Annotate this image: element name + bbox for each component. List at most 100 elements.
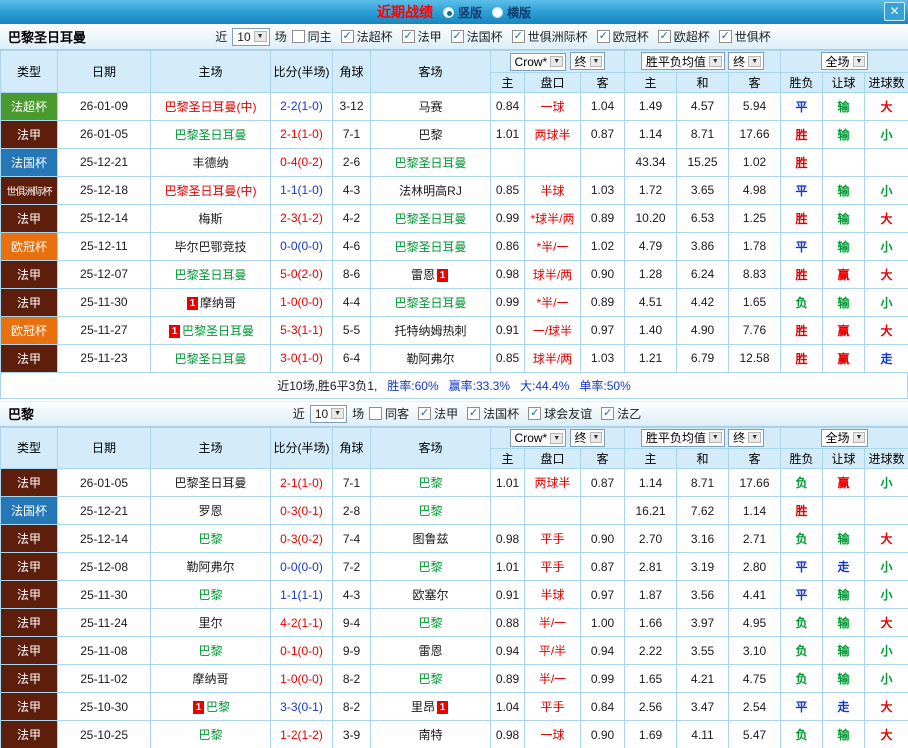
match-count-select[interactable]: 10 ▼ xyxy=(232,27,270,46)
odds-company-select[interactable]: Crow* ▼ xyxy=(509,52,567,71)
layout-radio-vertical[interactable]: 竖版 xyxy=(442,4,482,21)
league-filter-checkbox[interactable]: ✓ 欧冠杯 xyxy=(596,28,649,45)
scope-select[interactable]: 全场 ▼ xyxy=(820,52,869,71)
match-date: 25-12-14 xyxy=(57,524,151,553)
match-date: 25-11-23 xyxy=(57,343,151,373)
avg-time-select[interactable]: 终 ▼ xyxy=(728,52,765,71)
col-header-avg-home: 主 xyxy=(624,71,677,93)
corner-count: 9-9 xyxy=(332,636,371,665)
avg-draw-odds: 4.57 xyxy=(676,91,729,121)
league-filter-checkbox[interactable]: ✓ 世俱杯 xyxy=(718,28,771,45)
league-filter-checkbox[interactable]: ✓ 法国杯 xyxy=(450,28,503,45)
result-goals: 小 xyxy=(864,552,908,581)
avg-type-select[interactable]: 胜平负均值 ▼ xyxy=(640,428,725,447)
league-filter-checkbox[interactable]: ✓ 法国杯 xyxy=(467,405,519,422)
match-score: 5-3(1-1) xyxy=(270,315,333,345)
league-filter-checkbox[interactable]: ✓ 法乙 xyxy=(601,405,641,422)
col-header-avg-home: 主 xyxy=(624,448,677,469)
layout-radio-horizontal[interactable]: 横版 xyxy=(492,4,531,21)
avg-draw-odds: 6.79 xyxy=(676,343,729,373)
match-date: 25-12-21 xyxy=(57,147,151,177)
match-date: 25-10-30 xyxy=(57,692,151,721)
result-wdl: 胜 xyxy=(780,119,824,149)
corner-count: 8-6 xyxy=(332,259,371,289)
odds-time-select[interactable]: 终 ▼ xyxy=(569,52,606,70)
league-filter-checkbox[interactable]: ✓ 法甲 xyxy=(418,405,458,422)
match-score: 3-0(1-0) xyxy=(270,343,333,373)
odds-home xyxy=(490,496,525,525)
result-wdl: 胜 xyxy=(780,259,824,289)
close-icon: ✕ xyxy=(889,4,900,18)
odds-home: 1.01 xyxy=(490,552,525,581)
match-score: 2-1(1-0) xyxy=(270,119,333,149)
avg-time-select[interactable]: 终 ▼ xyxy=(728,428,765,447)
select-value: 全场 xyxy=(825,54,850,69)
result-goals: 小 xyxy=(864,580,908,609)
avg-type-select[interactable]: 胜平负均值 ▼ xyxy=(640,52,725,71)
match-count-select[interactable]: 10 ▼ xyxy=(309,404,348,423)
result-wdl: 负 xyxy=(780,608,824,637)
chevron-down-icon: ▼ xyxy=(589,55,603,67)
home-team: 巴黎圣日耳曼 xyxy=(150,343,271,373)
avg-draw-odds: 3.55 xyxy=(676,636,729,665)
odds-home xyxy=(490,147,525,177)
checkbox-checked-icon: ✓ xyxy=(340,30,354,43)
away-team: 里昂 1 xyxy=(370,692,491,721)
odds-home: 0.98 xyxy=(490,259,525,289)
radio-label: 竖版 xyxy=(457,5,482,20)
league-filter-checkbox[interactable]: ✓ 世俱洲际杯 xyxy=(511,28,588,45)
venue-filter-checkbox[interactable]: 同主 xyxy=(291,28,332,45)
result-goals: 大 xyxy=(864,524,908,553)
away-team: 巴黎 xyxy=(370,552,491,581)
odds-company-select[interactable]: Crow* ▼ xyxy=(509,429,567,447)
venue-filter-checkbox[interactable]: 同客 xyxy=(369,405,409,422)
team-name: 巴黎 xyxy=(8,407,35,422)
home-team: 梅斯 xyxy=(150,203,271,233)
match-score: 0-3(0-1) xyxy=(270,496,333,525)
select-value: Crow* xyxy=(514,54,548,69)
avg-away-odds: 5.94 xyxy=(727,91,782,121)
corner-count: 6-4 xyxy=(332,343,371,373)
col-header-date: 日期 xyxy=(57,426,151,469)
match-score: 0-0(0-0) xyxy=(270,552,333,581)
competition-type: 欧冠杯 xyxy=(0,315,58,345)
filter-label: 法超杯 xyxy=(356,30,393,44)
result-goals xyxy=(864,496,908,525)
avg-home-odds: 1.72 xyxy=(624,175,677,205)
filter-label: 法甲 xyxy=(434,407,459,421)
scope-select[interactable]: 全场 ▼ xyxy=(820,428,869,447)
match-score: 4-2(1-1) xyxy=(270,608,333,637)
away-team: 巴黎 xyxy=(370,664,491,693)
odds-home: 0.91 xyxy=(490,315,525,345)
league-filter-checkbox[interactable]: ✓ 法超杯 xyxy=(340,28,393,45)
checkbox-checked-icon: ✓ xyxy=(467,407,481,420)
league-filter-checkbox[interactable]: ✓ 球会友谊 xyxy=(528,405,592,422)
result-wdl: 平 xyxy=(780,552,824,581)
result-handicap: 输 xyxy=(822,175,866,205)
match-date: 26-01-05 xyxy=(57,468,151,497)
away-team: 巴黎 xyxy=(370,119,491,149)
checkbox-checked-icon: ✓ xyxy=(718,30,732,43)
league-filter-checkbox[interactable]: ✓ 法甲 xyxy=(401,28,442,45)
chevron-down-icon: ▼ xyxy=(589,432,603,443)
result-handicap: 输 xyxy=(822,580,866,609)
odds-time-select[interactable]: 终 ▼ xyxy=(569,428,606,447)
avg-away-odds: 2.71 xyxy=(727,524,782,553)
league-filter-checkbox[interactable]: ✓ 欧超杯 xyxy=(657,28,710,45)
col-header-score: 比分(半场) xyxy=(270,426,333,469)
corner-count: 7-2 xyxy=(332,552,371,581)
odds-home: 1.01 xyxy=(490,119,525,149)
avg-home-odds: 1.65 xyxy=(624,664,677,693)
competition-type: 法超杯 xyxy=(0,91,58,121)
chevron-down-icon: ▼ xyxy=(331,408,345,419)
avg-draw-odds: 8.71 xyxy=(676,468,729,497)
result-goals: 大 xyxy=(864,692,908,721)
match-score: 2-3(1-2) xyxy=(270,203,333,233)
result-goals: 小 xyxy=(864,468,908,497)
chevron-down-icon: ▼ xyxy=(852,432,866,444)
col-header-avg-draw: 和 xyxy=(676,71,729,93)
match-date: 25-12-18 xyxy=(57,175,151,205)
odds-handicap: 平手 xyxy=(524,692,581,721)
close-button[interactable]: ✕ xyxy=(884,2,905,21)
result-wdl: 胜 xyxy=(780,343,824,373)
